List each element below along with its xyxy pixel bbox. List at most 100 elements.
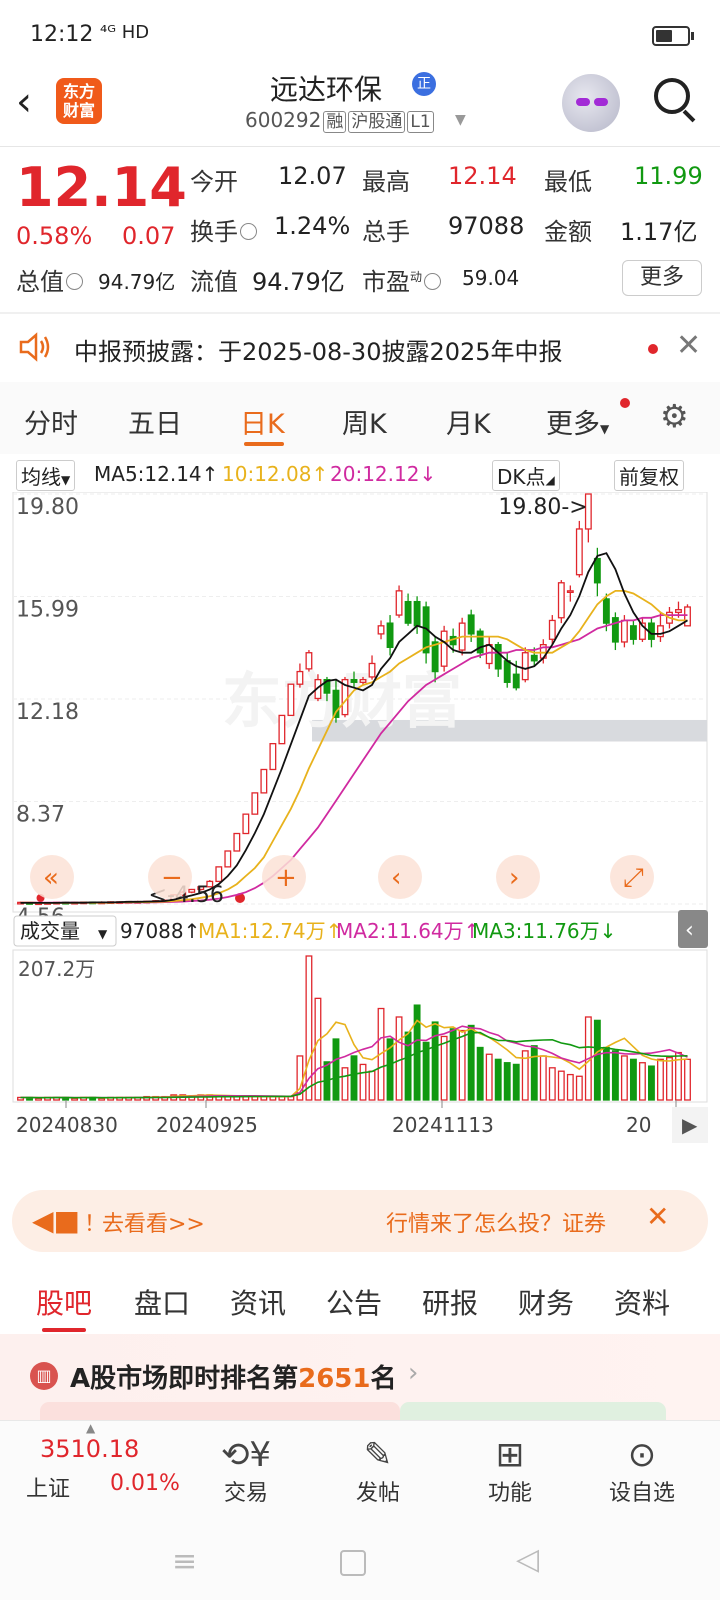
more-quote-button[interactable]: 更多 xyxy=(622,260,702,296)
dk-label: DK点 xyxy=(497,465,546,489)
tab-weekly-k[interactable]: 周K xyxy=(342,402,387,441)
tab-more[interactable]: 更多▼ xyxy=(546,402,609,441)
back-icon[interactable]: ‹ xyxy=(16,78,56,126)
zoom-out-icon[interactable]: − xyxy=(161,863,183,893)
tab-five-day[interactable]: 五日 xyxy=(128,402,182,441)
candle-body xyxy=(503,660,511,683)
home-icon[interactable] xyxy=(340,1550,366,1576)
close-icon[interactable]: ✕ xyxy=(646,1200,669,1233)
rank-bar-up xyxy=(40,1402,400,1420)
volume-bar xyxy=(440,1035,448,1101)
volume-bar xyxy=(494,1058,502,1101)
nav-functions[interactable]: ⊞ 功能 xyxy=(462,1435,558,1507)
chevron-left-icon: ‹ xyxy=(685,918,694,943)
candle-body xyxy=(359,678,367,683)
tab-monthly-k[interactable]: 月K xyxy=(446,402,491,441)
tab-guba[interactable]: 股吧 xyxy=(36,1282,92,1322)
volume-bar xyxy=(684,1058,691,1101)
market-ranking-card[interactable]: ▥ A股市场即时排名第2651名 › xyxy=(0,1334,720,1420)
menu-icon[interactable]: ≡ xyxy=(172,1544,197,1579)
promo-right-text: 行情来了怎么投？证券 xyxy=(386,1212,607,1237)
zoom-out-left-icon[interactable]: « xyxy=(43,863,59,893)
candle-body xyxy=(305,652,313,670)
volume-bar xyxy=(467,1024,475,1101)
close-icon[interactable]: ✕ xyxy=(676,328,701,363)
zoom-in-icon[interactable]: + xyxy=(275,863,297,893)
candle-body xyxy=(260,768,268,794)
tab-research[interactable]: 研报 xyxy=(422,1282,478,1322)
ma-dropdown[interactable]: 均线▼ xyxy=(16,460,76,491)
info-icon[interactable] xyxy=(424,272,442,290)
candle-body xyxy=(494,644,502,670)
tab-announcements[interactable]: 公告 xyxy=(326,1282,382,1322)
scroll-left-icon[interactable]: ‹ xyxy=(391,863,401,893)
index-value[interactable]: 3510.18 xyxy=(40,1435,139,1463)
speaker-icon xyxy=(19,332,50,362)
ma-dropdown-label: 均线 xyxy=(21,465,61,489)
unread-dot xyxy=(620,398,630,408)
nav-post[interactable]: ✎ 发帖 xyxy=(330,1435,426,1507)
candle-body xyxy=(404,600,412,624)
max-price-label: 19.80-> xyxy=(498,495,587,520)
index-name[interactable]: 上证 xyxy=(26,1471,70,1503)
candle-body xyxy=(377,625,385,635)
nav-trade[interactable]: ⟲¥ 交易 xyxy=(198,1435,294,1507)
info-icon[interactable] xyxy=(66,272,83,290)
chevron-down-icon: ▼ xyxy=(98,927,108,941)
caret-up-icon: ▲ xyxy=(86,1421,96,1435)
ranking-number: 2651 xyxy=(298,1364,371,1394)
tab-daily-k[interactable]: 日K xyxy=(240,402,285,441)
low-label: 最低 xyxy=(544,168,592,196)
volume-bar xyxy=(548,1067,556,1101)
scroll-right-icon[interactable]: › xyxy=(509,863,519,893)
candle-body xyxy=(395,590,403,616)
candle-body xyxy=(386,622,394,648)
assistant-robot-icon[interactable] xyxy=(562,74,620,132)
candle-body xyxy=(242,813,250,835)
tab-finance[interactable]: 财务 xyxy=(518,1282,574,1322)
stock-name[interactable]: 远达环保 xyxy=(270,68,382,108)
volume-bar xyxy=(620,1055,628,1101)
ranking-chart-icon: ▥ xyxy=(30,1362,58,1390)
gear-icon[interactable]: ⚙ xyxy=(660,400,692,432)
search-icon[interactable] xyxy=(654,78,690,114)
promo-banner[interactable]: ◀■ ！ 去看看>> 行情来了怎么投？证券 ✕ xyxy=(12,1190,708,1252)
logo-text-1: 东方 xyxy=(62,82,95,101)
tab-intraday[interactable]: 分时 xyxy=(24,402,78,441)
notice-text: 中报预披露：于2025-08-30披露2025年中报 xyxy=(74,338,563,366)
tab-profile[interactable]: 资料 xyxy=(614,1282,670,1322)
stock-code-row[interactable]: 600292 融沪股通 L1 xyxy=(245,108,434,133)
index-percent[interactable]: 0.01% xyxy=(110,1471,180,1496)
code-dropdown-icon[interactable]: ▼ xyxy=(455,112,466,128)
fullscreen-icon[interactable]: ⤢ xyxy=(623,863,644,893)
volume-bar xyxy=(602,1046,610,1101)
tag-level: L1 xyxy=(407,111,434,133)
dk-point-button[interactable]: DK点◢ xyxy=(492,460,560,491)
k-line-chart[interactable]: 东方财富 19.8015.9912.188.374.56 19.80-> <-4… xyxy=(12,492,708,1172)
candle-body xyxy=(431,641,439,673)
nav-add-watchlist[interactable]: ⊙ 设自选 xyxy=(594,1435,690,1507)
candle-body xyxy=(350,678,358,683)
x-axis-tick-label: 20 xyxy=(626,1113,651,1137)
candle-body xyxy=(684,606,691,627)
volume-bar xyxy=(557,1070,565,1101)
high-value: 12.14 xyxy=(448,162,517,190)
pe-value: 59.04 xyxy=(462,266,520,290)
corner-arrow-icon: ◢ xyxy=(545,473,555,487)
volume-bar xyxy=(666,1056,673,1101)
tab-news[interactable]: 资讯 xyxy=(230,1282,286,1322)
market-cap-label-text: 总值 xyxy=(16,268,64,296)
change-percent: 0.58% xyxy=(16,222,93,250)
tab-pankou[interactable]: 盘口 xyxy=(134,1282,190,1322)
nav-functions-label: 功能 xyxy=(487,1481,532,1506)
back-triangle-icon[interactable]: ◁ xyxy=(516,1542,539,1577)
volume-bar xyxy=(593,1019,601,1101)
info-icon[interactable] xyxy=(240,222,257,240)
price-adjust-button[interactable]: 前复权 xyxy=(614,460,684,491)
ma-indicator-row: 均线▼ MA5:12.14↑ 10:12.08↑ 20:12.12↓ DK点◢ … xyxy=(0,456,720,492)
app-logo[interactable]: 东方 财富 xyxy=(56,78,102,124)
volume-bar xyxy=(566,1073,574,1101)
candle-body xyxy=(278,714,286,745)
notice-bar[interactable]: 中报预披露：于2025-08-30披露2025年中报 ✕ xyxy=(0,314,720,382)
candle-body xyxy=(215,866,223,883)
